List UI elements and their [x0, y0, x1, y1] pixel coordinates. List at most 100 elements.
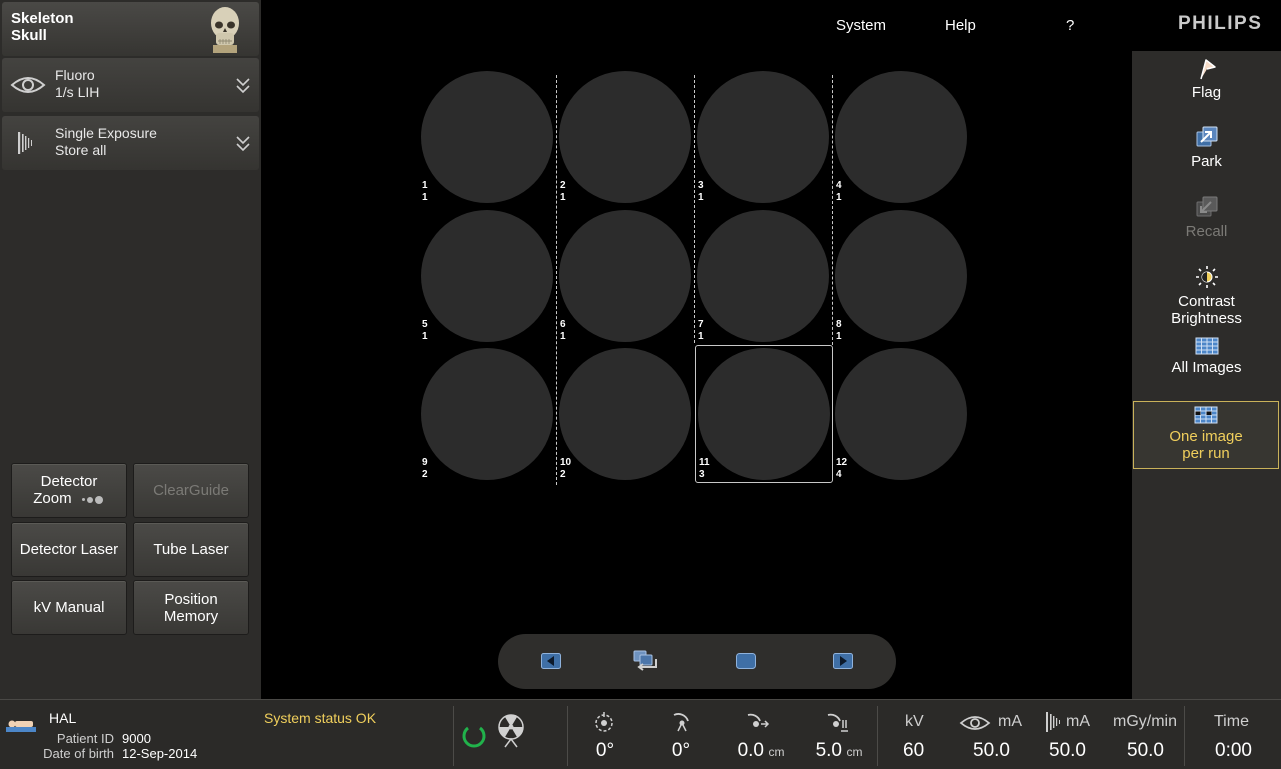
time-value: 0:00	[1215, 740, 1252, 761]
dob-value: 12-Sep-2014	[122, 746, 198, 761]
park-label: Park	[1191, 153, 1222, 170]
image-number: 6	[560, 319, 566, 330]
system-status: System status OK	[264, 710, 377, 726]
run-number: 1	[560, 331, 566, 342]
all-images-button[interactable]: All Images	[1132, 337, 1281, 376]
image-tile[interactable]: 11	[418, 68, 556, 206]
image-number: 3	[698, 180, 704, 191]
image-tile[interactable]: 21	[556, 68, 694, 206]
image-number: 5	[422, 319, 428, 330]
image-number: 9	[422, 457, 428, 468]
one-image-per-run-button[interactable]: One image per run	[1133, 401, 1279, 469]
contrast-label: Contrast	[1178, 293, 1235, 310]
image-thumbnail	[835, 71, 967, 203]
run-number: 1	[422, 331, 428, 342]
angulation-icon	[673, 713, 689, 732]
eye-icon	[959, 716, 991, 730]
angulation-angle: 0°	[671, 740, 691, 761]
grid-select-icon	[1194, 406, 1218, 424]
brightness-label: Brightness	[1171, 310, 1242, 327]
loop-icon[interactable]	[632, 649, 662, 673]
image-thumbnail	[697, 71, 829, 203]
previous-icon[interactable]	[541, 653, 561, 669]
exposure-ma-value: 50.0	[1049, 740, 1086, 761]
image-grid: 11 21 31 41 51 61 71 81 92 10 2 11 3 12 …	[0, 0, 1281, 699]
time-label: Time	[1214, 713, 1249, 730]
contrast-brightness-button[interactable]: Contrast Brightness	[1132, 265, 1281, 327]
dose-rate-value: 50.0	[1127, 740, 1164, 761]
recall-label: Recall	[1185, 223, 1228, 240]
run-number: 2	[422, 469, 428, 480]
distance-2-value: 5.0	[815, 740, 842, 761]
run-number: 3	[699, 469, 705, 480]
image-number: 10	[560, 457, 572, 468]
run-number: 1	[698, 192, 704, 203]
image-number: 11	[699, 457, 710, 468]
patient-name: HAL	[49, 710, 77, 726]
brightness-icon	[1195, 266, 1218, 288]
recall-icon	[1196, 196, 1217, 217]
image-tile[interactable]: 81	[832, 207, 970, 345]
image-tile[interactable]: 92	[418, 345, 556, 483]
flag-label: Flag	[1191, 84, 1222, 101]
distance-1-unit: cm	[768, 745, 785, 759]
fluoro-ma-label: mA	[998, 713, 1022, 730]
image-thumbnail	[421, 348, 553, 480]
status-bar: HAL Patient ID 9000 Date of birth 12-Sep…	[0, 699, 1281, 769]
image-tile-selected[interactable]: 11 3	[695, 345, 833, 483]
flag-button[interactable]: Flag	[1132, 58, 1281, 101]
image-tile[interactable]: 51	[418, 207, 556, 345]
fluoro-ma-value: 50.0	[973, 740, 1010, 761]
image-number: 4	[836, 180, 842, 191]
image-number: 12	[836, 457, 848, 468]
source-distance-icon	[747, 713, 770, 728]
image-tile[interactable]: 41	[832, 68, 970, 206]
run-number: 1	[698, 331, 704, 342]
image-thumbnail	[835, 348, 967, 480]
image-thumbnail	[835, 210, 967, 342]
image-tile[interactable]: 12 4	[832, 345, 970, 483]
image-tile[interactable]: 31	[694, 68, 832, 206]
image-tile[interactable]: 71	[694, 207, 832, 345]
next-icon[interactable]	[833, 653, 853, 669]
one-image-label-2: per run	[1182, 445, 1230, 462]
one-image-label-1: One image	[1169, 428, 1243, 445]
dob-label: Date of birth	[43, 746, 114, 761]
image-thumbnail	[559, 210, 691, 342]
kv-value: 60	[903, 740, 925, 761]
run-number: 1	[836, 331, 842, 342]
image-thumbnail	[697, 210, 829, 342]
detector-distance-icon	[827, 713, 848, 732]
patient-id-label: Patient ID	[56, 731, 114, 746]
exposure-icon	[1046, 712, 1060, 732]
patient-id-value: 9000	[122, 731, 151, 746]
image-tile[interactable]: 61	[556, 207, 694, 345]
image-thumbnail	[421, 210, 553, 342]
radiation-icon	[498, 714, 524, 748]
distance-1-value: 0.0	[737, 740, 764, 761]
image-thumbnail	[559, 348, 691, 480]
patient-table-icon	[6, 720, 36, 732]
stop-icon[interactable]	[736, 653, 756, 669]
distance-2-unit: cm	[846, 745, 863, 759]
image-number: 2	[560, 180, 566, 191]
run-number: 1	[560, 192, 566, 203]
park-icon	[1196, 126, 1217, 147]
image-thumbnail	[559, 71, 691, 203]
recall-button[interactable]: Recall	[1132, 195, 1281, 240]
playback-bar	[498, 634, 896, 689]
run-number: 2	[560, 469, 566, 480]
run-number: 1	[836, 192, 842, 203]
image-tile[interactable]: 10 2	[556, 345, 694, 483]
grid-icon	[1195, 337, 1218, 355]
park-button[interactable]: Park	[1132, 125, 1281, 170]
image-number: 1	[422, 180, 428, 191]
right-panel: Flag Park Recall Contrast Brightness All…	[1132, 51, 1281, 699]
rotation-angle: 0°	[595, 740, 615, 761]
kv-label: kV	[905, 713, 924, 730]
exposure-ma-label: mA	[1066, 713, 1090, 730]
status-ok-icon	[462, 726, 486, 748]
all-images-label: All Images	[1171, 359, 1242, 376]
run-number: 1	[422, 192, 428, 203]
image-number: 8	[836, 319, 842, 330]
